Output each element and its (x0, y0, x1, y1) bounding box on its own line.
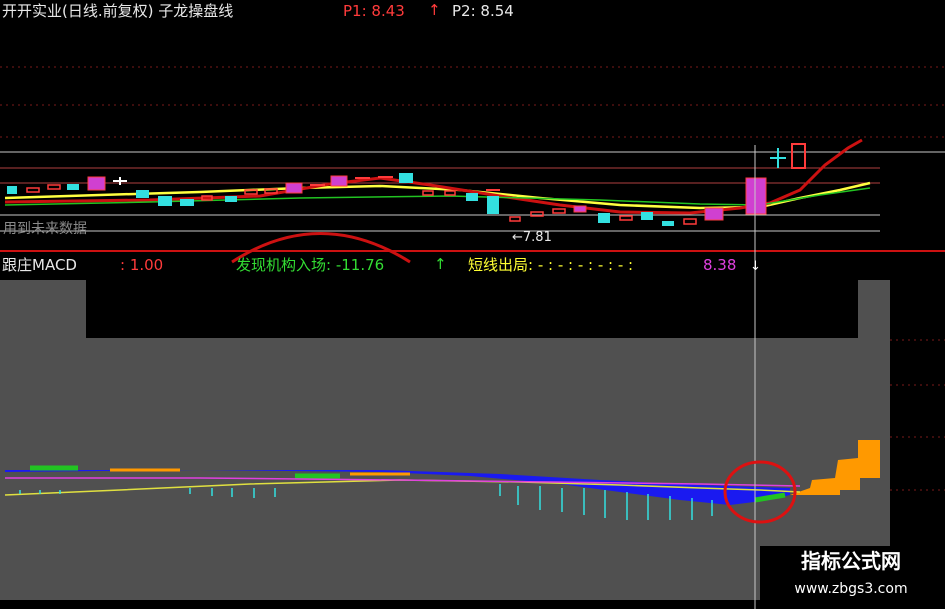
watermark-logo-name: 指标公式网 (801, 549, 901, 573)
green-ma-line (4, 187, 871, 206)
candle (509, 216, 521, 222)
macd-panel-bg (0, 280, 890, 600)
candle (422, 190, 434, 196)
macd-indicator-value: : 1.00 (120, 256, 164, 274)
up-arrow-icon: ↑ (434, 255, 447, 273)
candle (530, 211, 544, 217)
institution-entry-label: 发现机构入场: -11.76 (236, 256, 385, 274)
candle (683, 218, 697, 225)
candle (158, 196, 172, 206)
candle (136, 190, 149, 198)
candle (745, 177, 767, 215)
candle (330, 175, 348, 187)
candle (791, 143, 806, 169)
candle (26, 187, 40, 193)
candle (444, 190, 456, 196)
candle (704, 207, 724, 221)
candle (598, 213, 610, 223)
short-exit-value: 8.38 (703, 256, 737, 274)
macd-indicator-label[interactable]: 跟庄MACD (2, 256, 77, 274)
candle (285, 182, 303, 194)
chart-canvas[interactable] (0, 0, 945, 609)
watermark-url: www.zbgs3.com (794, 581, 908, 597)
candle (67, 184, 79, 190)
low-price-marker: ←7.81 (512, 230, 552, 245)
candle (487, 196, 499, 214)
candle (662, 221, 674, 226)
candle (225, 196, 237, 202)
candle (180, 199, 194, 206)
candle (244, 189, 258, 195)
candle (399, 173, 413, 183)
candle (641, 212, 653, 220)
candle (552, 208, 566, 214)
candle (619, 215, 633, 221)
short-exit-label: 短线出局: - : - : - : - : - : (468, 256, 634, 274)
candle (264, 188, 278, 194)
candle (573, 205, 587, 213)
candle (47, 184, 61, 190)
down-arrow-icon: ↓ (750, 259, 761, 274)
candle (87, 176, 106, 191)
future-data-note: 用到未来数据 (3, 221, 87, 237)
candle (466, 193, 478, 201)
candle (7, 186, 17, 194)
